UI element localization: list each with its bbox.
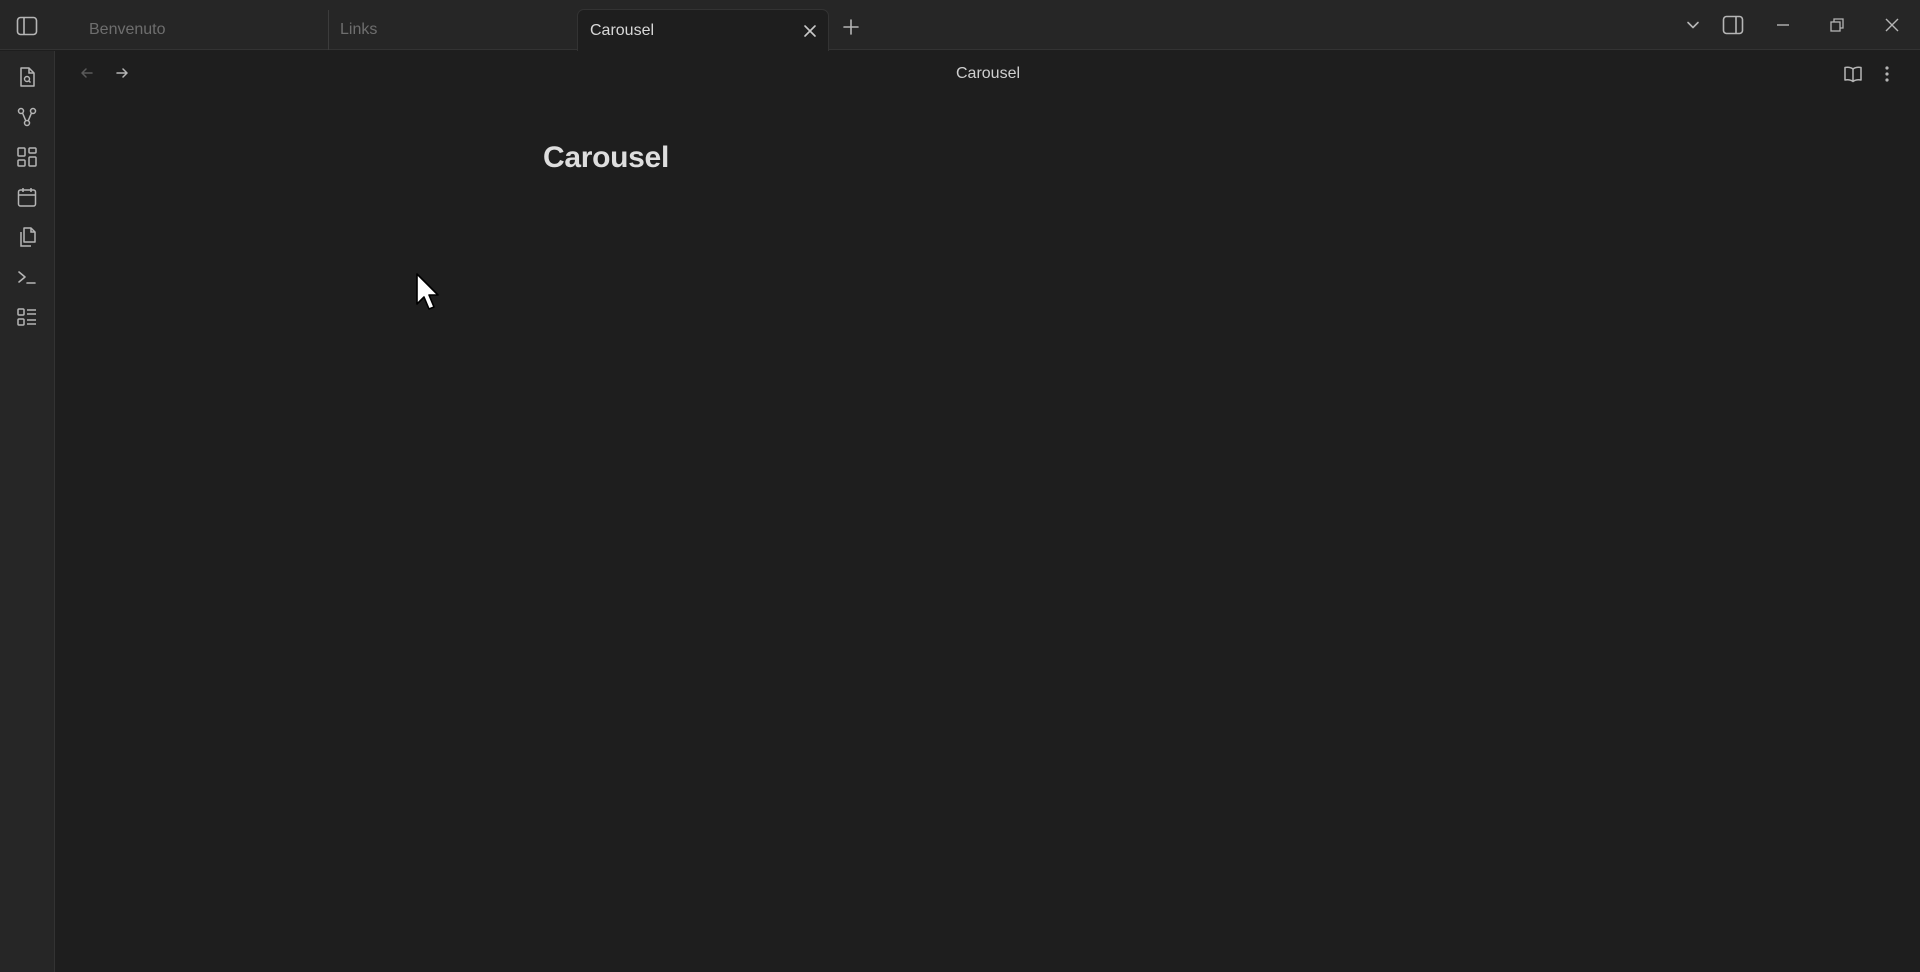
canvas-icon[interactable] [13, 143, 41, 171]
chevron-down-icon[interactable] [1678, 12, 1708, 38]
minimize-icon[interactable] [1768, 12, 1798, 38]
tab-benvenuto[interactable]: Benvenuto [75, 10, 327, 50]
sidebar-toggle-icon[interactable] [12, 13, 42, 39]
daily-note-icon[interactable] [13, 183, 41, 211]
close-window-icon[interactable] [1877, 12, 1907, 38]
command-palette-icon[interactable] [13, 263, 41, 291]
book-open-icon[interactable] [1840, 61, 1866, 87]
left-ribbon [0, 51, 55, 972]
tab-label: Links [340, 21, 378, 38]
mouse-cursor-icon [415, 272, 441, 312]
editor-pane: Carousel Carousel [56, 51, 1920, 972]
quick-switcher-icon[interactable] [13, 63, 41, 91]
tab-links[interactable]: Links [328, 10, 578, 50]
note-title[interactable]: Carousel [543, 141, 669, 175]
title-bar: Benvenuto Links Carousel [0, 0, 1920, 51]
plus-icon[interactable] [838, 14, 864, 40]
close-icon[interactable] [800, 21, 820, 41]
obsidian-window: Benvenuto Links Carousel Carousel Carous… [0, 0, 1920, 972]
tab-label: Carousel [590, 21, 655, 39]
view-header-title[interactable]: Carousel [56, 65, 1920, 83]
outline-icon[interactable] [13, 303, 41, 331]
tab-label: Benvenuto [89, 21, 166, 38]
more-vertical-icon[interactable] [1874, 61, 1900, 87]
right-sidebar-icon[interactable] [1718, 12, 1748, 38]
restore-icon[interactable] [1822, 12, 1852, 38]
tab-carousel[interactable]: Carousel [577, 9, 829, 51]
graph-view-icon[interactable] [13, 103, 41, 131]
templates-icon[interactable] [13, 223, 41, 251]
